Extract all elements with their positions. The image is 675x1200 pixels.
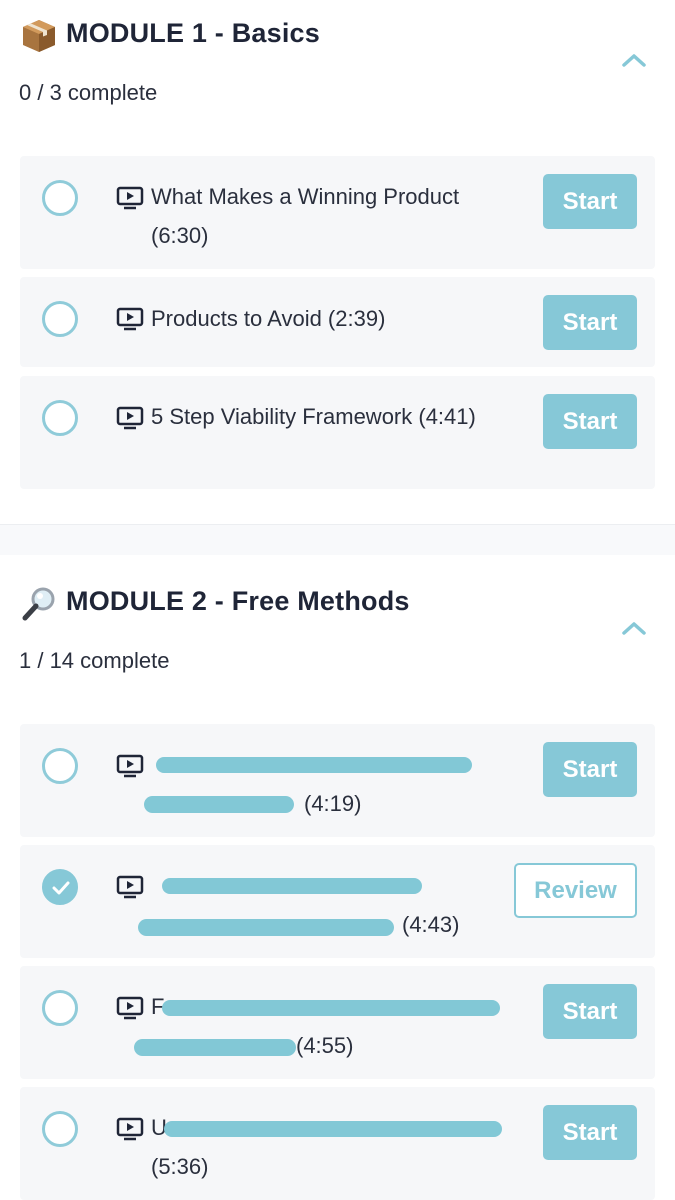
start-button[interactable]: Start [543,742,637,797]
lesson-duration[interactable]: (5:36) [151,1147,251,1186]
lesson-title[interactable]: Products to Avoid (2:39) [151,299,491,338]
module-1-header[interactable]: MODULE 1 - Basics 0 / 3 complete [0,0,675,156]
redaction-mark [164,1121,502,1137]
module-title: MODULE 2 - Free Methods [66,586,410,616]
lesson-item[interactable]: What Makes a Winning Product (6:30) Star… [20,156,655,269]
start-button[interactable]: Start [543,394,637,449]
start-button[interactable]: Start [543,984,637,1039]
lesson-title[interactable]: 5 Step Viability Framework (4:41) [151,397,491,436]
redaction-mark [156,757,472,773]
module-2-section: MODULE 2 - Free Methods 1 / 14 complete … [0,568,675,1200]
magnifier-icon [22,587,55,621]
lesson-item[interactable]: (4:43) Review [20,845,655,958]
video-icon [116,875,144,899]
completion-checkbox[interactable] [42,1111,78,1147]
completion-checkbox-checked[interactable] [42,869,78,905]
redaction-mark [144,796,294,813]
redaction-mark [134,1039,296,1056]
completion-checkbox[interactable] [42,990,78,1026]
module-progress: 1 / 14 complete [19,648,170,673]
completion-checkbox[interactable] [42,301,78,337]
redaction-mark [162,1000,500,1016]
start-button[interactable]: Start [543,174,637,229]
lesson-item[interactable]: U (5:36) Start [20,1087,655,1200]
chevron-up-icon[interactable] [620,50,648,70]
lesson-duration[interactable]: (4:55) [296,1026,396,1065]
module-1-section: MODULE 1 - Basics 0 / 3 complete What Ma… [0,0,675,489]
package-icon [23,20,55,52]
completion-checkbox[interactable] [42,180,78,216]
review-button[interactable]: Review [514,863,637,918]
redaction-mark [138,919,394,936]
checkmark-icon [52,881,70,895]
module-title: MODULE 1 - Basics [66,18,320,48]
video-icon [116,1117,144,1141]
video-icon [116,754,144,778]
start-button[interactable]: Start [543,295,637,350]
module-divider [0,524,675,555]
completion-checkbox[interactable] [42,400,78,436]
lesson-duration[interactable]: (4:43) [402,905,502,944]
video-icon [116,307,144,331]
redaction-mark [162,878,422,894]
chevron-up-icon[interactable] [620,618,648,638]
lesson-item[interactable]: 5 Step Viability Framework (4:41) Start [20,376,655,489]
completion-checkbox[interactable] [42,748,78,784]
start-button[interactable]: Start [543,1105,637,1160]
lesson-item[interactable]: (4:19) Start [20,724,655,837]
lesson-item[interactable]: F (4:55) Start [20,966,655,1079]
video-icon [116,186,144,210]
lesson-title[interactable]: What Makes a Winning Product (6:30) [151,177,491,255]
lesson-duration[interactable]: (4:19) [304,784,424,823]
video-icon [116,996,144,1020]
module-2-header[interactable]: MODULE 2 - Free Methods 1 / 14 complete [0,568,675,724]
video-icon [116,406,144,430]
module-progress: 0 / 3 complete [19,80,158,105]
lesson-item[interactable]: Products to Avoid (2:39) Start [20,277,655,367]
